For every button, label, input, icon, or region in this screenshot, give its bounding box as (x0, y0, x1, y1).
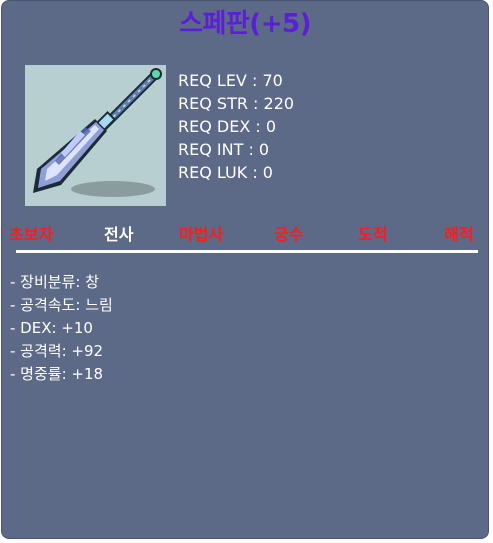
stat-dex: - DEX: +10 (10, 319, 93, 337)
class-beginner: 초보자 (9, 225, 54, 244)
item-stats: - 장비분류: 창 - 공격속도: 느림 - DEX: +10 - 공격력: +… (10, 271, 113, 386)
class-bowman: 궁수 (274, 225, 304, 244)
item-tooltip: 스페판(+5) REQ LEV : 70 REQ STR : 220 REQ D… (1, 0, 489, 539)
req-int: REQ INT : 0 (178, 140, 270, 159)
stat-accuracy: - 명중률: +18 (10, 365, 104, 383)
divider (16, 250, 478, 253)
class-magician: 마법사 (179, 225, 224, 244)
spear-icon (33, 68, 162, 197)
req-dex: REQ DEX : 0 (178, 117, 277, 136)
req-str: REQ STR : 220 (178, 94, 295, 113)
stat-category: - 장비분류: 창 (10, 273, 100, 291)
class-thief: 도적 (358, 225, 388, 244)
item-icon-frame (25, 65, 166, 206)
class-restrictions: 초보자 전사 마법사 궁수 도적 해적 (2, 221, 490, 245)
class-warrior: 전사 (104, 225, 134, 244)
req-level: REQ LEV : 70 (178, 71, 283, 90)
requirements-list: REQ LEV : 70 REQ STR : 220 REQ DEX : 0 R… (178, 69, 294, 184)
class-pirate: 해적 (444, 225, 474, 244)
stat-attack: - 공격력: +92 (10, 342, 104, 360)
item-name: 스페판(+5) (179, 9, 311, 39)
stat-attack-speed: - 공격속도: 느림 (10, 296, 113, 314)
req-luk: REQ LUK : 0 (178, 163, 273, 182)
